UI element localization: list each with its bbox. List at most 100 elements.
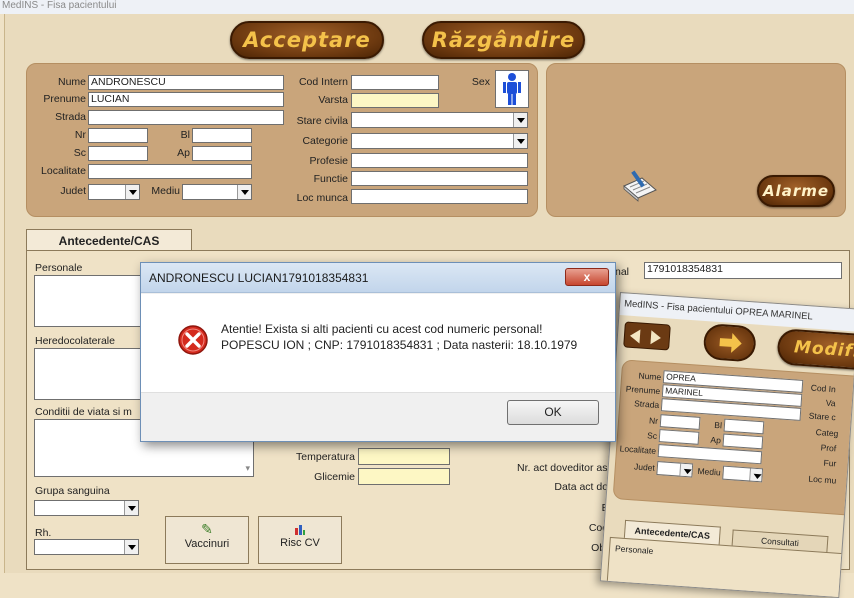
- judet-select[interactable]: [88, 184, 140, 200]
- win2-mediu-label: Mediu: [697, 465, 722, 478]
- glicemie-label: Glicemie: [314, 471, 355, 483]
- nr-field[interactable]: [88, 128, 148, 143]
- chevron-down-icon[interactable]: [124, 501, 138, 515]
- win2-varsta-label: Va: [825, 397, 836, 409]
- conditii-label: Conditii de viata si m: [35, 406, 132, 418]
- sex-label: Sex: [471, 76, 490, 88]
- win2-nr-field[interactable]: [659, 414, 701, 430]
- heredo-label: Heredocolaterale: [35, 335, 115, 347]
- win2-functie-label: Fur: [823, 457, 837, 469]
- judet-label: Judet: [60, 185, 86, 197]
- arrow-right-icon: [719, 332, 742, 353]
- sc-field[interactable]: [88, 146, 148, 161]
- win2-loc-label: Loc mu: [808, 473, 837, 486]
- chevron-down-icon[interactable]: [513, 134, 527, 148]
- error-icon: [178, 325, 208, 355]
- risc-cv-label: Risc CV: [280, 537, 320, 549]
- vaccinuri-label: Vaccinuri: [184, 538, 230, 550]
- dialog-message-line1: Atentie! Exista si alti pacienti cu aces…: [221, 322, 543, 336]
- grupa-select[interactable]: [34, 500, 139, 516]
- modify-button[interactable]: Modific: [776, 328, 854, 372]
- syringe-icon: ✎: [201, 521, 213, 537]
- varsta-field: [351, 93, 439, 108]
- localitate-field[interactable]: [88, 164, 252, 179]
- win2-ap-field[interactable]: [722, 433, 764, 450]
- nr-label: Nr: [74, 129, 86, 141]
- stare-civila-label: Stare civila: [296, 115, 348, 127]
- cod-intern-label: Cod Intern: [298, 76, 348, 88]
- ap-field[interactable]: [192, 146, 252, 161]
- win2-bl-field[interactable]: [723, 418, 765, 435]
- ap-label: Ap: [177, 147, 190, 159]
- varsta-label: Varsta: [318, 94, 348, 106]
- win2-stare-label: Stare c: [808, 410, 837, 423]
- cancel-button[interactable]: Răzgândire: [422, 21, 585, 59]
- male-person-icon: [503, 73, 521, 105]
- cod-intern-field[interactable]: [351, 75, 439, 90]
- categorie-label: Categorie: [302, 135, 348, 147]
- chevron-down-icon[interactable]: [679, 463, 693, 477]
- win2-cod-label: Cod In: [810, 382, 837, 395]
- alarm-button[interactable]: Alarme: [757, 175, 835, 207]
- strada-field[interactable]: [88, 110, 284, 125]
- next-icon[interactable]: [650, 330, 662, 345]
- scroll-down-icon[interactable]: ▾: [245, 463, 250, 474]
- strada-label: Strada: [55, 111, 86, 123]
- localitate-label: Localitate: [41, 165, 86, 177]
- temperatura-field[interactable]: [358, 448, 450, 465]
- win2-categ-label: Categ: [815, 427, 839, 439]
- rh-select[interactable]: [34, 539, 139, 555]
- prenume-field[interactable]: LUCIAN: [88, 92, 284, 107]
- profesie-label: Profesie: [309, 155, 348, 167]
- sex-male-button[interactable]: [495, 70, 529, 108]
- win2-prof-label: Prof: [820, 442, 837, 454]
- chevron-down-icon[interactable]: [237, 185, 251, 199]
- cnp-label: nal: [615, 266, 630, 278]
- forward-button[interactable]: [702, 323, 757, 363]
- second-patient-window: MedINS - Fisa pacientului OPREA MARINEL …: [599, 292, 854, 598]
- nr-act-label: Nr. act doveditor asigur: [517, 462, 625, 474]
- glicemie-field[interactable]: [358, 468, 450, 485]
- close-icon[interactable]: x: [565, 268, 609, 286]
- nume-label: Nume: [57, 76, 86, 88]
- cnp-field[interactable]: 1791018354831: [644, 262, 842, 279]
- bl-label: Bl: [180, 129, 190, 141]
- win2-sc-field[interactable]: [658, 429, 700, 445]
- categorie-select[interactable]: [351, 133, 528, 149]
- mediu-select[interactable]: [182, 184, 252, 200]
- chevron-down-icon[interactable]: [124, 540, 138, 554]
- functie-field[interactable]: [351, 171, 528, 186]
- notebook-icon[interactable]: [620, 168, 660, 207]
- accept-button[interactable]: Acceptare: [230, 21, 384, 59]
- profesie-field[interactable]: [351, 153, 528, 168]
- loc-munca-field[interactable]: [351, 189, 528, 204]
- win2-mediu-select[interactable]: [722, 465, 764, 483]
- win2-bl-label: Bl: [714, 419, 723, 431]
- nav-arrows[interactable]: [623, 321, 671, 351]
- chevron-down-icon[interactable]: [749, 468, 762, 482]
- window-title: MedINS - Fisa pacientului: [0, 0, 854, 14]
- bl-field[interactable]: [192, 128, 252, 143]
- notepad-pen-icon: [623, 170, 657, 202]
- chevron-down-icon[interactable]: [513, 113, 527, 127]
- tab-antecedente[interactable]: Antecedente/CAS: [26, 229, 192, 251]
- dialog-message-line2: POPESCU ION ; CNP: 1791018354831 ; Data …: [221, 338, 578, 352]
- rh-label: Rh.: [35, 527, 52, 539]
- ok-button[interactable]: OK: [507, 400, 599, 425]
- sc-label: Sc: [73, 147, 86, 159]
- nume-field[interactable]: ANDRONESCU: [88, 75, 284, 90]
- temperatura-label: Temperatura: [296, 451, 355, 463]
- loc-munca-label: Loc munca: [296, 192, 348, 204]
- grupa-label: Grupa sanguina: [35, 485, 110, 497]
- functie-label: Functie: [313, 173, 348, 185]
- bar-chart-icon: [294, 523, 306, 535]
- personale-label: Personale: [35, 262, 83, 274]
- stare-civila-select[interactable]: [351, 112, 528, 128]
- chevron-down-icon[interactable]: [125, 185, 139, 199]
- dialog-body: Atentie! Exista si alti pacienti cu aces…: [141, 294, 615, 392]
- risc-cv-button[interactable]: Risc CV: [258, 516, 342, 564]
- prev-icon[interactable]: [629, 328, 641, 344]
- warning-dialog: ANDRONESCU LUCIAN1791018354831 x Atentie…: [140, 262, 616, 442]
- win2-judet-select[interactable]: [656, 461, 694, 478]
- vaccinuri-button[interactable]: ✎ Vaccinuri: [165, 516, 249, 564]
